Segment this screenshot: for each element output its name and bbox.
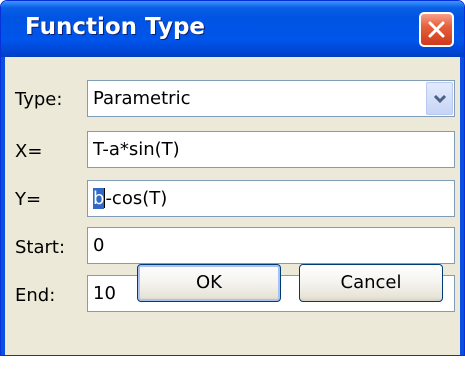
- dialog-body: Type: Parametric X= T-a*sin(T) Y= b-cos(…: [5, 57, 460, 353]
- start-input-value: 0: [93, 235, 105, 256]
- start-label: Start:: [15, 237, 66, 258]
- type-select[interactable]: Parametric: [87, 80, 455, 117]
- function-type-dialog: Function Type Type: Parametric X= T-a*si…: [0, 0, 465, 356]
- x-input[interactable]: T-a*sin(T): [87, 131, 455, 168]
- x-input-value: T-a*sin(T): [93, 139, 180, 160]
- type-select-value: Parametric: [93, 88, 191, 109]
- end-input-value: 10: [93, 283, 116, 304]
- close-button[interactable]: [419, 12, 454, 47]
- y-input-value: -cos(T): [105, 188, 168, 209]
- end-label: End:: [15, 285, 56, 306]
- title-bar[interactable]: Function Type: [1, 1, 464, 57]
- chevron-down-icon: [433, 94, 447, 104]
- type-dropdown-button[interactable]: [426, 82, 453, 115]
- y-input[interactable]: b-cos(T): [87, 180, 455, 217]
- x-label: X=: [15, 141, 43, 162]
- ok-button[interactable]: OK: [137, 264, 281, 302]
- type-label: Type:: [15, 89, 63, 110]
- start-input[interactable]: 0: [87, 227, 455, 264]
- y-input-selected-text: b: [93, 188, 105, 209]
- close-icon: [428, 21, 445, 38]
- window-frame-right: [460, 57, 464, 355]
- y-label: Y=: [15, 189, 42, 210]
- cancel-button[interactable]: Cancel: [299, 264, 443, 302]
- dialog-title: Function Type: [25, 14, 206, 40]
